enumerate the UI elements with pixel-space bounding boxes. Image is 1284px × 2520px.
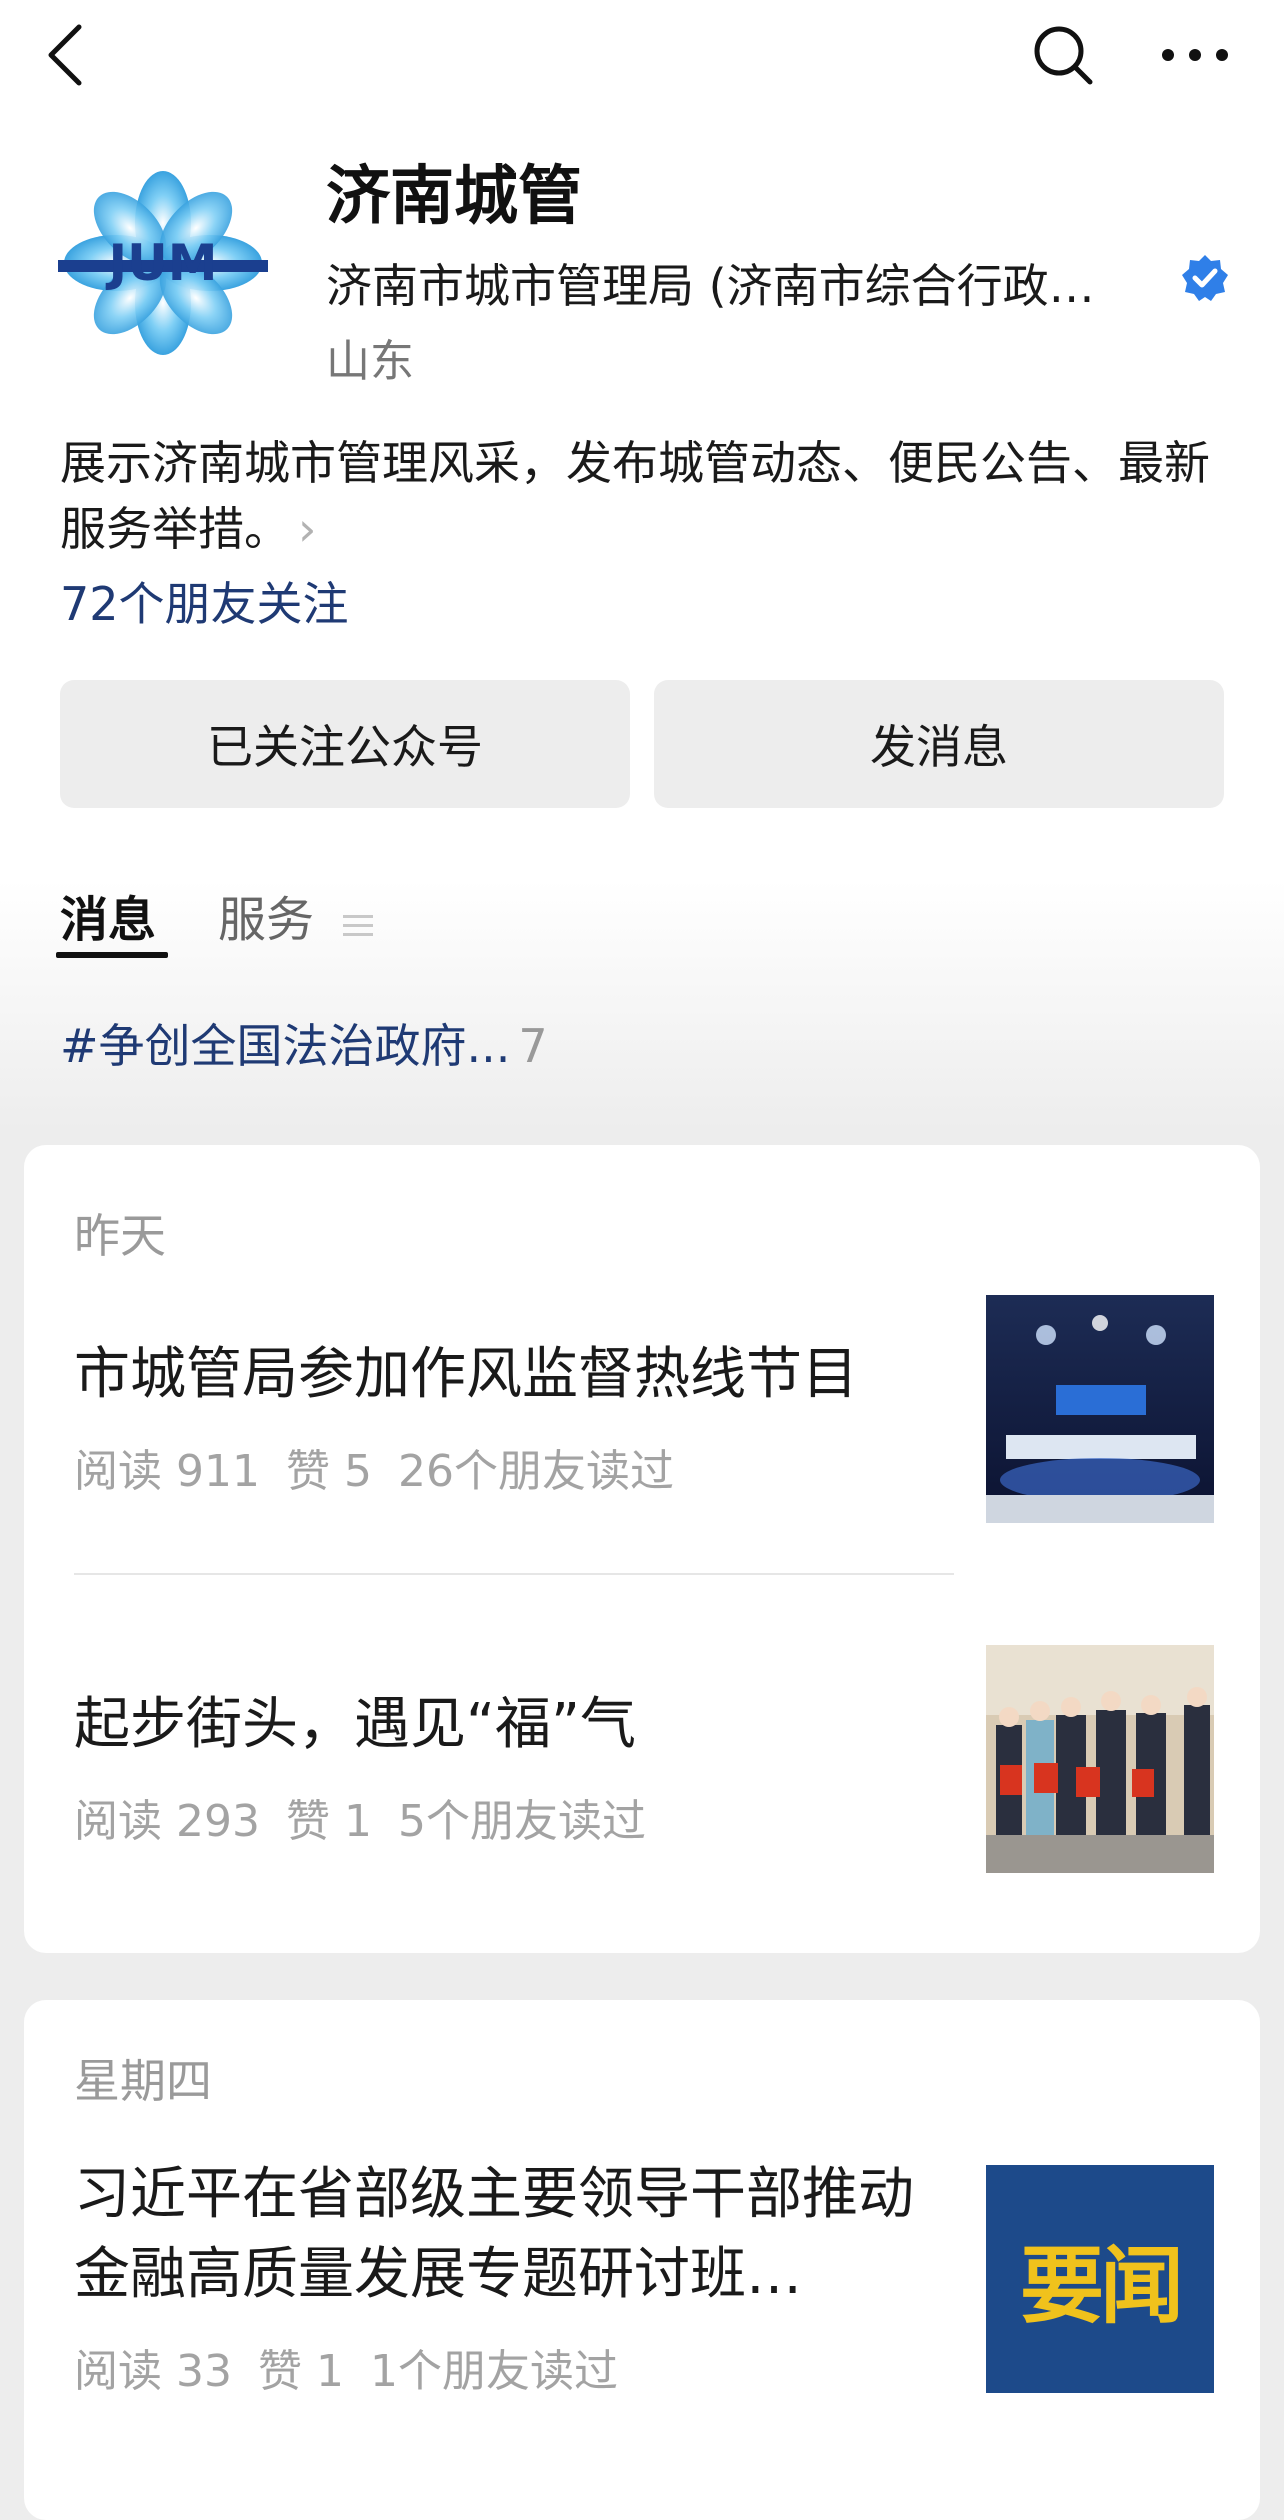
account-description[interactable]: 展示济南城市管理风采，发布城管动态、便民公告、最新服务举措。 › xyxy=(60,430,1230,562)
article-meta: 阅读 33 赞 1 1个朋友读过 xyxy=(74,2335,644,2399)
message-group-card: 昨天 市城管局参加作风监督热线节目 阅读 911 赞 5 26个朋友读过 起步街头，… xyxy=(24,1145,1260,1953)
article-likes: 赞 1 xyxy=(257,2346,344,2397)
article-meta: 阅读 293 赞 1 5个朋友读过 xyxy=(74,1785,672,1849)
followed-account-button[interactable]: 已关注公众号 xyxy=(60,680,630,808)
topic-label: #争创全国法治政府... xyxy=(60,1019,511,1073)
account-name: 济南城管 xyxy=(326,160,582,234)
active-tab-indicator xyxy=(56,952,168,958)
jum-lotus-logo-icon: JUM xyxy=(58,171,268,355)
svg-text:JUM: JUM xyxy=(106,234,218,292)
topic-tag-link[interactable]: #争创全国法治政府... 7 xyxy=(60,1010,548,1076)
more-options-button[interactable] xyxy=(1160,20,1230,90)
article-friends-read: 1个朋友读过 xyxy=(369,2346,618,2397)
article-friends-read: 26个朋友读过 xyxy=(397,1446,674,1497)
article-reads: 阅读 911 xyxy=(74,1446,260,1497)
article-meta: 阅读 911 赞 5 26个朋友读过 xyxy=(74,1435,700,1499)
navigation-bar xyxy=(0,0,1284,110)
more-dots-icon xyxy=(1162,49,1228,61)
send-message-button[interactable]: 发消息 xyxy=(654,680,1224,808)
description-text: 展示济南城市管理风采，发布城管动态、便民公告、最新服务举措。 xyxy=(60,436,1210,556)
menu-lines-icon xyxy=(343,895,374,951)
article-item[interactable]: 习近平在省部级主要领导干部推动金融高质量发展专题研讨班… 阅读 33 赞 1 1个朋… xyxy=(24,2162,1260,2397)
account-header-area: JUM 济南城管 济南市城市管理局 (济南市综合行政… 山东 展示济南城市管理风… xyxy=(0,0,1284,1130)
yaowen-badge-text: 要闻 xyxy=(1019,2236,1184,2335)
article-reads: 阅读 293 xyxy=(74,1796,260,1847)
group-date: 昨天 xyxy=(74,1209,166,1263)
article-item[interactable]: 起步街头，遇见“福”气 阅读 293 赞 1 5个朋友读过 xyxy=(24,1645,1260,1873)
tab-messages[interactable]: 消息 xyxy=(60,880,156,950)
group-date: 星期四 xyxy=(74,2054,212,2108)
back-button[interactable] xyxy=(30,20,100,90)
account-logo[interactable]: JUM xyxy=(58,168,268,358)
people-holding-fu-bags-photo-icon xyxy=(986,1645,1214,1873)
article-likes: 赞 1 xyxy=(285,1796,372,1847)
article-reads: 阅读 33 xyxy=(74,2346,232,2397)
chevron-left-icon xyxy=(48,24,82,86)
article-thumbnail xyxy=(986,1295,1214,1523)
chevron-right-icon: › xyxy=(298,502,317,556)
article-title: 习近平在省部级主要领导干部推动金融高质量发展专题研讨班… xyxy=(74,2162,914,2307)
article-likes: 赞 5 xyxy=(285,1446,372,1497)
article-divider xyxy=(74,1573,954,1575)
account-region: 山东 xyxy=(326,336,414,387)
message-group-card: 星期四 习近平在省部级主要领导干部推动金融高质量发展专题研讨班… 阅读 33 赞 … xyxy=(24,2000,1260,2520)
article-title: 市城管局参加作风监督热线节目 xyxy=(74,1342,858,1407)
article-title: 起步街头，遇见“福”气 xyxy=(74,1692,637,1757)
tv-studio-photo-icon xyxy=(986,1295,1214,1523)
article-friends-read: 5个朋友读过 xyxy=(397,1796,646,1847)
tab-services-label: 服务 xyxy=(218,892,315,948)
search-icon xyxy=(1034,26,1093,85)
article-item[interactable]: 市城管局参加作风监督热线节目 阅读 911 赞 5 26个朋友读过 xyxy=(24,1295,1260,1523)
friends-following-link[interactable]: 72个朋友关注 xyxy=(60,568,349,634)
search-button[interactable] xyxy=(1028,20,1098,90)
tab-services[interactable]: 服务 xyxy=(218,880,374,951)
verified-badge-icon xyxy=(1180,253,1230,303)
account-full-name[interactable]: 济南市城市管理局 (济南市综合行政… xyxy=(326,250,1161,316)
article-thumbnail: 要闻 xyxy=(986,2165,1214,2393)
article-thumbnail xyxy=(986,1645,1214,1873)
topic-count: 7 xyxy=(518,1019,548,1073)
